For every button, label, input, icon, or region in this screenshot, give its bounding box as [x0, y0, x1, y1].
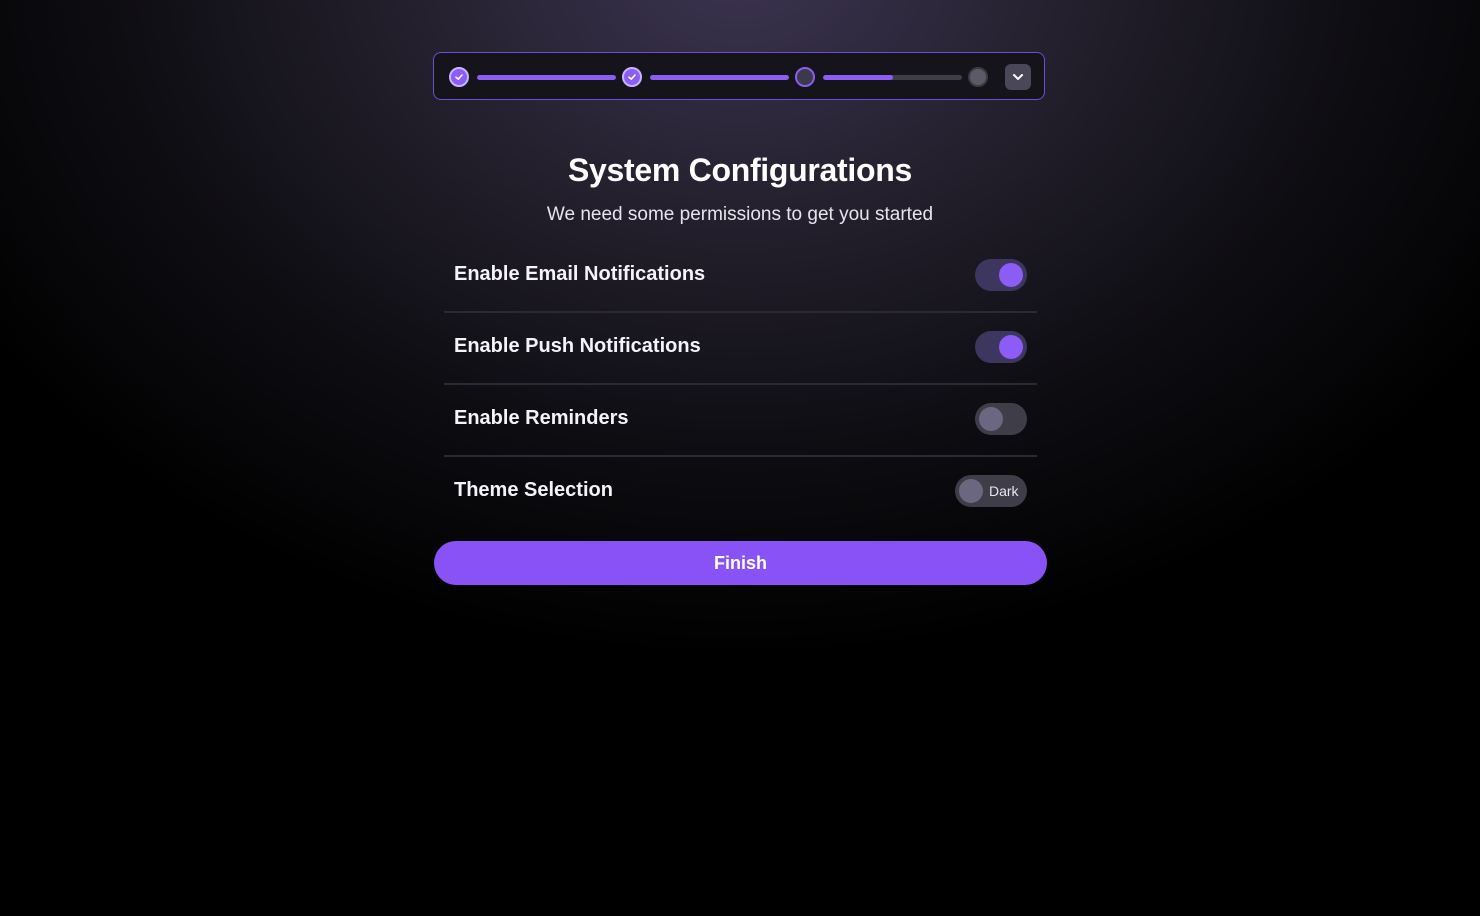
email-notifications-toggle[interactable]	[975, 259, 1027, 291]
reminders-label: Enable Reminders	[454, 407, 629, 429]
chevron-down-icon	[1013, 74, 1023, 80]
check-icon	[455, 74, 463, 80]
setting-row-email-notifications: Enable Email Notifications	[444, 242, 1037, 313]
toggle-knob	[959, 479, 983, 503]
step-connector-1	[477, 75, 616, 80]
email-notifications-label: Enable Email Notifications	[454, 263, 706, 285]
step-connector-2-fill	[650, 75, 789, 80]
page-subtitle: We need some permissions to get you star…	[546, 204, 934, 225]
step-connector-2	[650, 75, 789, 80]
theme-toggle[interactable]: Dark	[955, 475, 1027, 507]
setting-row-theme: Theme Selection Dark	[444, 458, 1037, 529]
progress-stepper	[433, 52, 1045, 100]
step-1-complete-indicator	[449, 67, 469, 87]
step-connector-3	[823, 75, 962, 80]
step-connector-1-fill	[477, 75, 616, 80]
push-notifications-label: Enable Push Notifications	[454, 335, 701, 357]
page-title: System Configurations	[568, 152, 912, 188]
finish-button[interactable]: Finish	[434, 541, 1047, 585]
theme-value-label: Dark	[989, 483, 1019, 499]
toggle-knob	[979, 407, 1003, 431]
toggle-knob	[999, 335, 1023, 359]
toggle-knob	[999, 263, 1023, 287]
theme-selection-label: Theme Selection	[454, 479, 613, 501]
step-4-pending-indicator	[968, 67, 988, 87]
setting-row-push-notifications: Enable Push Notifications	[444, 314, 1037, 385]
setting-row-reminders: Enable Reminders	[444, 386, 1037, 457]
expand-steps-button[interactable]	[1005, 64, 1031, 90]
step-connector-3-fill	[823, 75, 893, 80]
step-3-current-indicator	[795, 67, 815, 87]
check-icon	[628, 74, 636, 80]
reminders-toggle[interactable]	[975, 403, 1027, 435]
push-notifications-toggle[interactable]	[975, 331, 1027, 363]
step-2-complete-indicator	[622, 67, 642, 87]
